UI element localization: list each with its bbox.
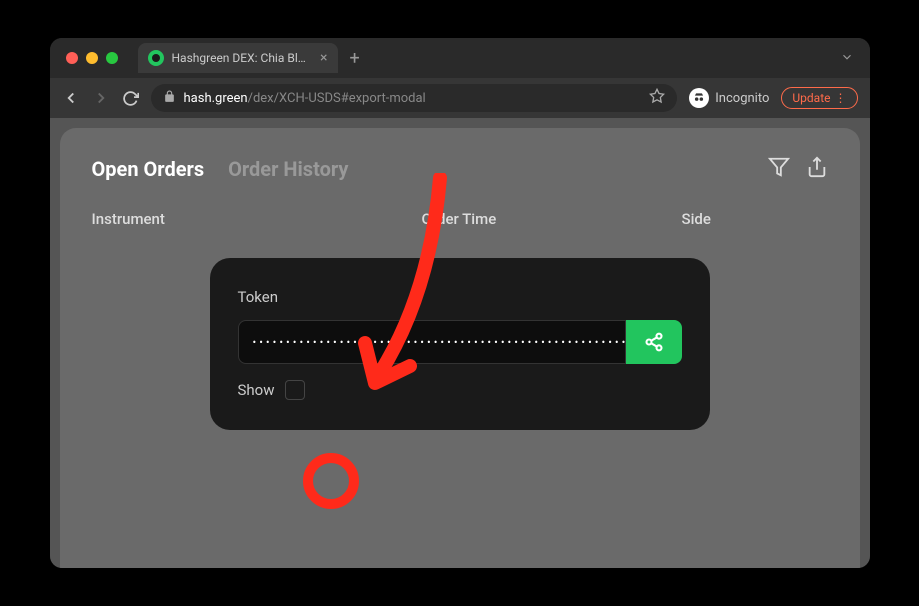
title-bar: Hashgreen DEX: Chia Blockcha × + [50,38,870,78]
token-row: ••••••••••••••••••••••••••••••••••••••••… [238,320,682,364]
close-window-button[interactable] [66,52,78,64]
address-bar[interactable]: hash.green/dex/XCH-USDS#export-modal [151,84,678,112]
show-checkbox[interactable] [285,380,305,400]
browser-tabs: Hashgreen DEX: Chia Blockcha × + [138,43,854,73]
filter-icon[interactable] [768,156,790,182]
table-header-row: Instrument Order Time Side [92,210,828,228]
circle-annotation [303,453,359,509]
panel-actions [768,156,828,182]
browser-window: Hashgreen DEX: Chia Blockcha × + hash.gr… [50,38,870,568]
url-text: hash.green/dex/XCH-USDS#export-modal [184,91,426,106]
export-icon[interactable] [806,156,828,182]
bookmark-star-icon[interactable] [649,88,665,108]
orders-panel: Open Orders Order History Instrument Ord… [60,128,860,568]
menu-dots-icon: ⋮ [835,91,847,105]
new-tab-button[interactable]: + [350,48,360,69]
tab-overflow-icon[interactable] [840,49,854,68]
token-label: Token [238,288,682,306]
minimize-window-button[interactable] [86,52,98,64]
share-button[interactable] [626,320,682,364]
lock-icon [163,90,176,107]
header-order-time: Order Time [422,210,682,228]
incognito-label: Incognito [715,91,769,106]
incognito-badge: Incognito [689,88,769,108]
incognito-icon [689,88,709,108]
token-input[interactable]: ••••••••••••••••••••••••••••••••••••••••… [238,320,626,364]
tab-title: Hashgreen DEX: Chia Blockcha [172,51,309,65]
header-side: Side [682,210,828,228]
orders-tabs: Open Orders Order History [92,156,828,182]
content-area: Open Orders Order History Instrument Ord… [50,118,870,568]
show-toggle-row: Show [238,380,682,400]
url-host: hash.green [184,91,248,106]
back-button[interactable] [62,89,80,107]
forward-button[interactable] [92,89,110,107]
browser-toolbar: hash.green/dex/XCH-USDS#export-modal Inc… [50,78,870,118]
share-icon [644,332,664,352]
window-controls [66,52,118,64]
close-tab-icon[interactable]: × [320,50,327,66]
update-label: Update [792,91,830,105]
show-label: Show [238,381,275,399]
hashgreen-favicon-icon [148,50,164,66]
browser-tab[interactable]: Hashgreen DEX: Chia Blockcha × [138,43,338,73]
maximize-window-button[interactable] [106,52,118,64]
token-masked-value: ••••••••••••••••••••••••••••••••••••••••… [253,336,626,349]
update-button[interactable]: Update ⋮ [781,87,857,109]
header-instrument: Instrument [92,210,422,228]
reload-button[interactable] [122,90,139,107]
export-modal: Token ••••••••••••••••••••••••••••••••••… [210,258,710,430]
url-path: /dex/XCH-USDS#export-modal [248,91,426,106]
tab-open-orders[interactable]: Open Orders [92,157,205,181]
tab-order-history[interactable]: Order History [228,157,348,181]
